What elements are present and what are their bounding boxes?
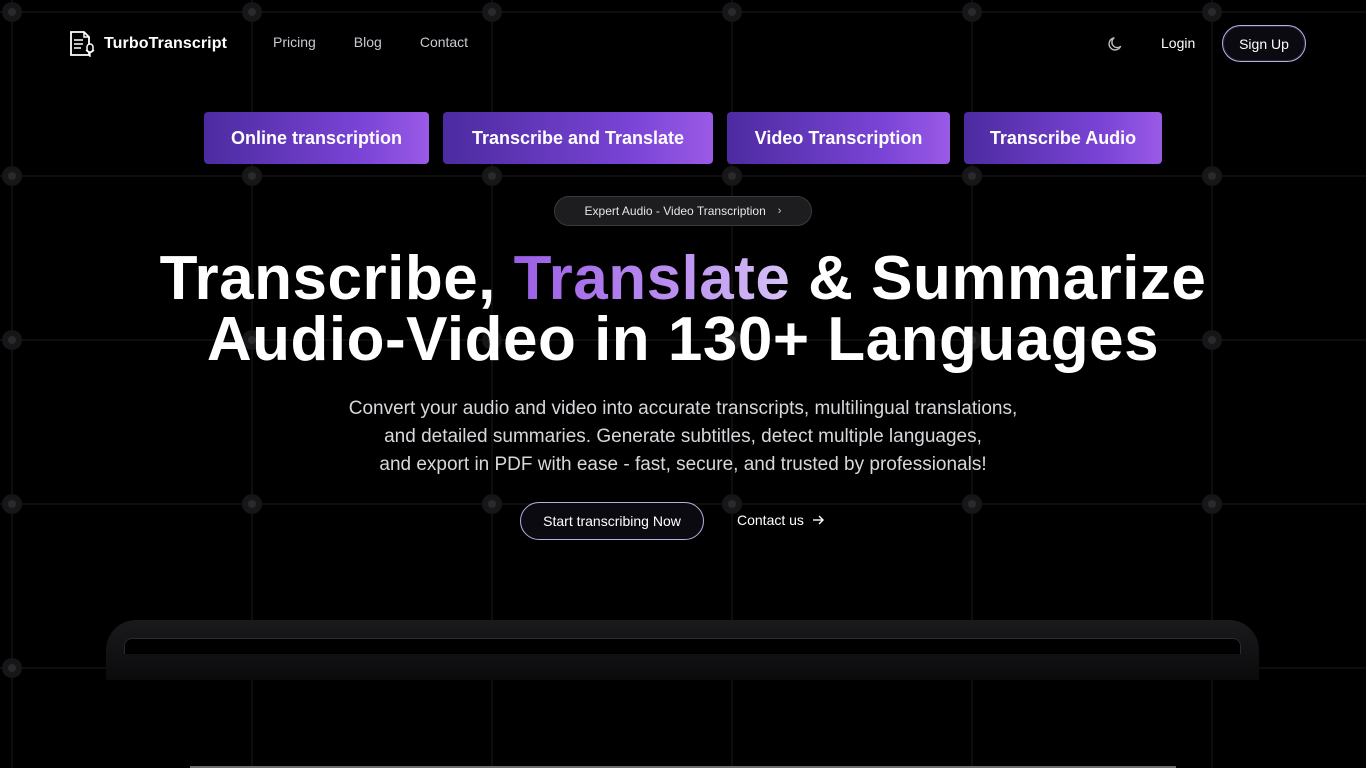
landing-page: TurboTranscript Pricing Blog Contact Log… xyxy=(0,0,1366,768)
headline-part-1: Transcribe, xyxy=(159,244,514,313)
headline-line-1: Transcribe, Translate & Summarize xyxy=(0,248,1366,310)
start-transcribing-button[interactable]: Start transcribing Now xyxy=(520,502,704,540)
headline-part-2: & Summarize xyxy=(790,244,1207,313)
login-button[interactable]: Login xyxy=(1161,35,1195,51)
tab-video-transcription[interactable]: Video Transcription xyxy=(727,112,950,164)
top-navbar: TurboTranscript Pricing Blog Contact Log… xyxy=(0,0,1366,88)
chevron-right-icon: › xyxy=(777,205,782,217)
tab-online-transcription[interactable]: Online transcription xyxy=(204,112,429,164)
subtext-line-3: and export in PDF with ease - fast, secu… xyxy=(379,454,987,475)
moon-icon[interactable] xyxy=(1106,34,1126,54)
brand-logo[interactable]: TurboTranscript xyxy=(68,30,227,58)
nav-links: Pricing Blog Contact xyxy=(273,34,468,50)
subtext-line-2: and detailed summaries. Generate subtitl… xyxy=(384,426,982,447)
contact-us-label: Contact us xyxy=(737,512,804,528)
hero-headline: Transcribe, Translate & Summarize Audio-… xyxy=(0,248,1366,374)
headline-line-2: Audio-Video in 130+ Languages xyxy=(206,305,1160,374)
nav-link-pricing[interactable]: Pricing xyxy=(273,34,316,50)
tab-transcribe-audio[interactable]: Transcribe Audio xyxy=(964,112,1162,164)
announcement-pill[interactable]: Expert Audio - Video Transcription › xyxy=(554,196,812,226)
document-microphone-icon xyxy=(70,31,95,57)
signup-button[interactable]: Sign Up xyxy=(1222,25,1306,62)
nav-link-contact[interactable]: Contact xyxy=(420,34,468,50)
preview-frame-inner xyxy=(124,638,1241,654)
contact-us-link[interactable]: Contact us xyxy=(737,512,825,528)
headline-accent: Translate xyxy=(513,244,791,313)
arrow-right-icon xyxy=(812,515,824,525)
tab-transcribe-and-translate[interactable]: Transcribe and Translate xyxy=(443,112,713,164)
nav-link-blog[interactable]: Blog xyxy=(354,34,382,50)
subtext-line-1: Convert your audio and video into accura… xyxy=(348,398,1018,419)
brand-name: TurboTranscript xyxy=(104,35,227,52)
hero-subtext: Convert your audio and video into accura… xyxy=(0,395,1366,479)
pill-label: Expert Audio - Video Transcription xyxy=(584,204,766,218)
